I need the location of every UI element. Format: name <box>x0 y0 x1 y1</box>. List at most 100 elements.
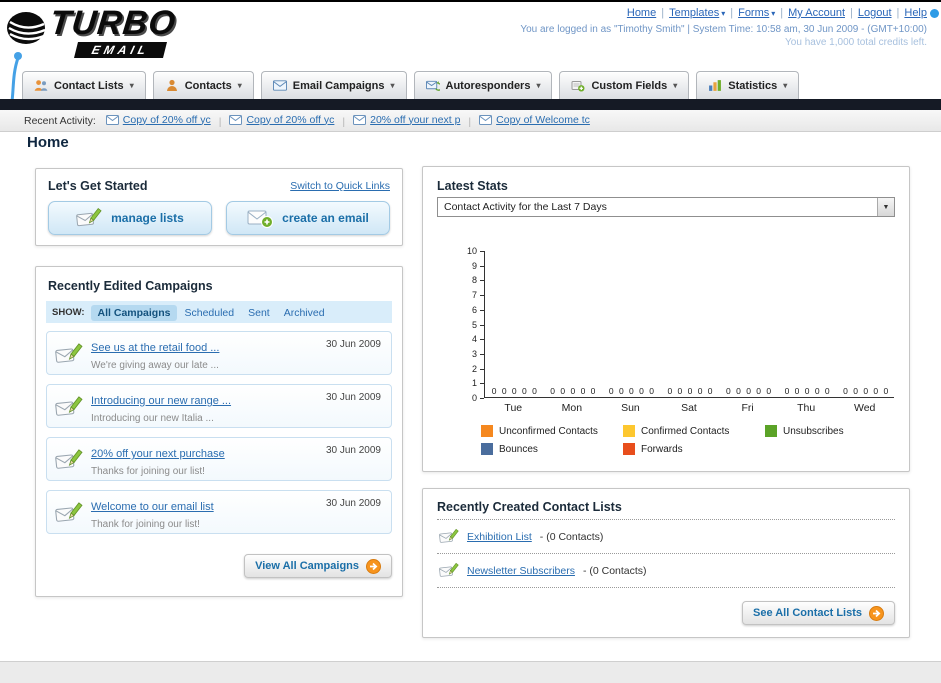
manage-lists-label: manage lists <box>111 211 184 225</box>
top-nav-link-forms[interactable]: Forms <box>738 7 769 19</box>
legend-swatch <box>765 425 777 437</box>
tab-contact-lists[interactable]: Contact Lists ▾ <box>22 71 146 99</box>
campaign-row: 20% off your next purchase Thanks for joi… <box>46 437 392 481</box>
recent-activity-label: Recent Activity: <box>24 114 96 127</box>
logo-primary-text: TURBO <box>48 4 178 42</box>
envelope-pencil-icon <box>55 448 83 472</box>
create-email-button[interactable]: create an email <box>226 201 390 235</box>
logo[interactable]: TURBO EMAIL <box>6 4 276 122</box>
tab-email-campaigns[interactable]: Email Campaigns ▾ <box>260 71 407 99</box>
x-axis-tick-label: Wed <box>854 402 876 414</box>
x-axis-tick-label: Mon <box>561 402 583 414</box>
campaign-subtitle: Introducing our new Italia ... <box>91 413 214 424</box>
contact-lists-icon <box>34 79 48 92</box>
legend-swatch <box>481 425 493 437</box>
footer-strip <box>0 661 941 683</box>
get-started-title: Let's Get Started <box>48 179 148 193</box>
envelope-pencil-icon <box>55 342 83 366</box>
contact-activity-chart: 0 1 2 3 4 5 6 7 8 9 10 0 0 0 0 00 0 0 0 00 0 0 0 00… <box>457 246 901 421</box>
logo-envelope-icon <box>6 8 50 51</box>
recent-activity-item: Copy of Welcome tc <box>479 114 590 126</box>
top-nav: Home | Templates ▾ | Forms ▾ | My Account | Logout… <box>627 7 927 19</box>
envelope-icon <box>229 114 243 125</box>
chart-legend: Unconfirmed Contacts Confirmed Contacts Un… <box>481 425 911 461</box>
y-axis-tick-mark <box>480 398 484 399</box>
activity-separator: | <box>468 115 472 128</box>
contact-list-row: Exhibition List - (0 Contacts) <box>437 519 895 554</box>
nav-separator: | <box>896 7 900 19</box>
top-nav-link-my-account[interactable]: My Account <box>788 7 845 19</box>
x-axis-tick-label: Thu <box>797 402 816 414</box>
contact-list-link[interactable]: Exhibition List <box>467 531 532 543</box>
legend-item: Forwards <box>623 443 765 455</box>
filter-tab-archived[interactable]: Archived <box>277 305 332 321</box>
tab-contacts[interactable]: Contacts ▾ <box>152 71 254 99</box>
top-nav-link-home[interactable]: Home <box>627 7 656 19</box>
contacts-icon <box>165 79 179 92</box>
custom-fields-icon <box>571 79 585 92</box>
x-axis-tick-label: Fri <box>741 402 754 414</box>
campaign-texts: Welcome to our email list Thank for joini… <box>91 497 214 530</box>
see-all-contact-lists-button[interactable]: See All Contact Lists <box>741 601 895 625</box>
campaigns-panel-title: Recently Edited Campaigns <box>48 279 213 293</box>
legend-swatch <box>481 443 493 455</box>
x-axis-tick-label: Tue <box>504 402 523 414</box>
arrow-circle-icon <box>366 558 381 574</box>
y-axis-tick-label: 1 <box>471 378 477 389</box>
stats-period-select[interactable]: Contact Activity for the Last 7 Days ▼ <box>437 197 895 217</box>
campaign-title-link[interactable]: 20% off your next purchase <box>91 448 225 460</box>
campaign-title-link[interactable]: See us at the retail food ... <box>91 342 219 354</box>
envelope-pencil-icon <box>55 395 83 419</box>
tab-label: Autoresponders <box>445 79 531 92</box>
recent-activity-link[interactable]: Copy of 20% off yc <box>123 114 211 126</box>
y-axis-tick-label: 0 <box>471 393 477 403</box>
email-campaigns-icon <box>272 79 287 92</box>
envelope-plus-icon <box>247 208 274 228</box>
y-axis-tick-label: 2 <box>471 363 477 374</box>
arrow-circle-icon <box>869 605 884 621</box>
statistics-icon <box>708 79 722 92</box>
tab-statistics[interactable]: Statistics ▾ <box>696 71 800 99</box>
recent-activity-link[interactable]: 20% off your next p <box>370 114 460 126</box>
switch-quick-links-link[interactable]: Switch to Quick Links <box>290 180 390 192</box>
value-labels: 0 0 0 0 0 <box>667 386 713 396</box>
recent-activity-link[interactable]: Copy of 20% off yc <box>246 114 334 126</box>
value-labels: 0 0 0 0 0 <box>608 386 654 396</box>
filter-tab-all-campaigns[interactable]: All Campaigns <box>90 305 178 321</box>
campaign-row: Introducing our new range ... Introducing… <box>46 384 392 428</box>
chevron-down-icon: ▾ <box>721 9 726 18</box>
x-axis-tick-label: Sun <box>621 402 640 414</box>
stats-period-value: Contact Activity for the Last 7 Days <box>444 201 607 213</box>
campaign-date: 30 Jun 2009 <box>325 339 381 350</box>
value-labels: 0 0 0 0 0 <box>550 386 596 396</box>
top-nav-link-help[interactable]: Help <box>904 7 927 19</box>
chevron-down-icon: ▾ <box>536 81 541 90</box>
logo-secondary-text: EMAIL <box>74 42 168 58</box>
envelope-pencil-icon <box>439 528 459 545</box>
tab-custom-fields[interactable]: Custom Fields ▾ <box>559 71 690 99</box>
chevron-down-icon: ▾ <box>771 9 776 18</box>
top-nav-link-templates[interactable]: Templates <box>669 7 719 19</box>
campaign-date: 30 Jun 2009 <box>325 392 381 403</box>
recent-activity-link[interactable]: Copy of Welcome tc <box>496 114 590 126</box>
campaign-date: 30 Jun 2009 <box>325 498 381 509</box>
envelope-pencil-icon <box>439 562 459 579</box>
filter-tab-scheduled[interactable]: Scheduled <box>177 305 241 321</box>
nav-separator: | <box>730 7 734 19</box>
filter-tab-sent[interactable]: Sent <box>241 305 277 321</box>
campaign-title-link[interactable]: Welcome to our email list <box>91 501 214 513</box>
chevron-down-icon: ▾ <box>390 81 395 90</box>
contact-list-link[interactable]: Newsletter Subscribers <box>467 565 575 577</box>
view-all-campaigns-button[interactable]: View All Campaigns <box>244 554 392 578</box>
chevron-down-icon: ▼ <box>877 198 894 216</box>
y-axis-tick-label: 9 <box>471 260 477 271</box>
chevron-down-icon: ▾ <box>129 81 134 90</box>
top-nav-link-logout[interactable]: Logout <box>858 7 892 19</box>
legend-label: Unconfirmed Contacts <box>499 425 598 437</box>
legend-label: Bounces <box>499 443 538 455</box>
manage-lists-button[interactable]: manage lists <box>48 201 212 235</box>
tab-autoresponders[interactable]: Autoresponders ▾ <box>413 71 553 99</box>
campaign-title-link[interactable]: Introducing our new range ... <box>91 395 231 407</box>
legend-swatch <box>623 425 635 437</box>
envelope-icon <box>105 114 119 125</box>
